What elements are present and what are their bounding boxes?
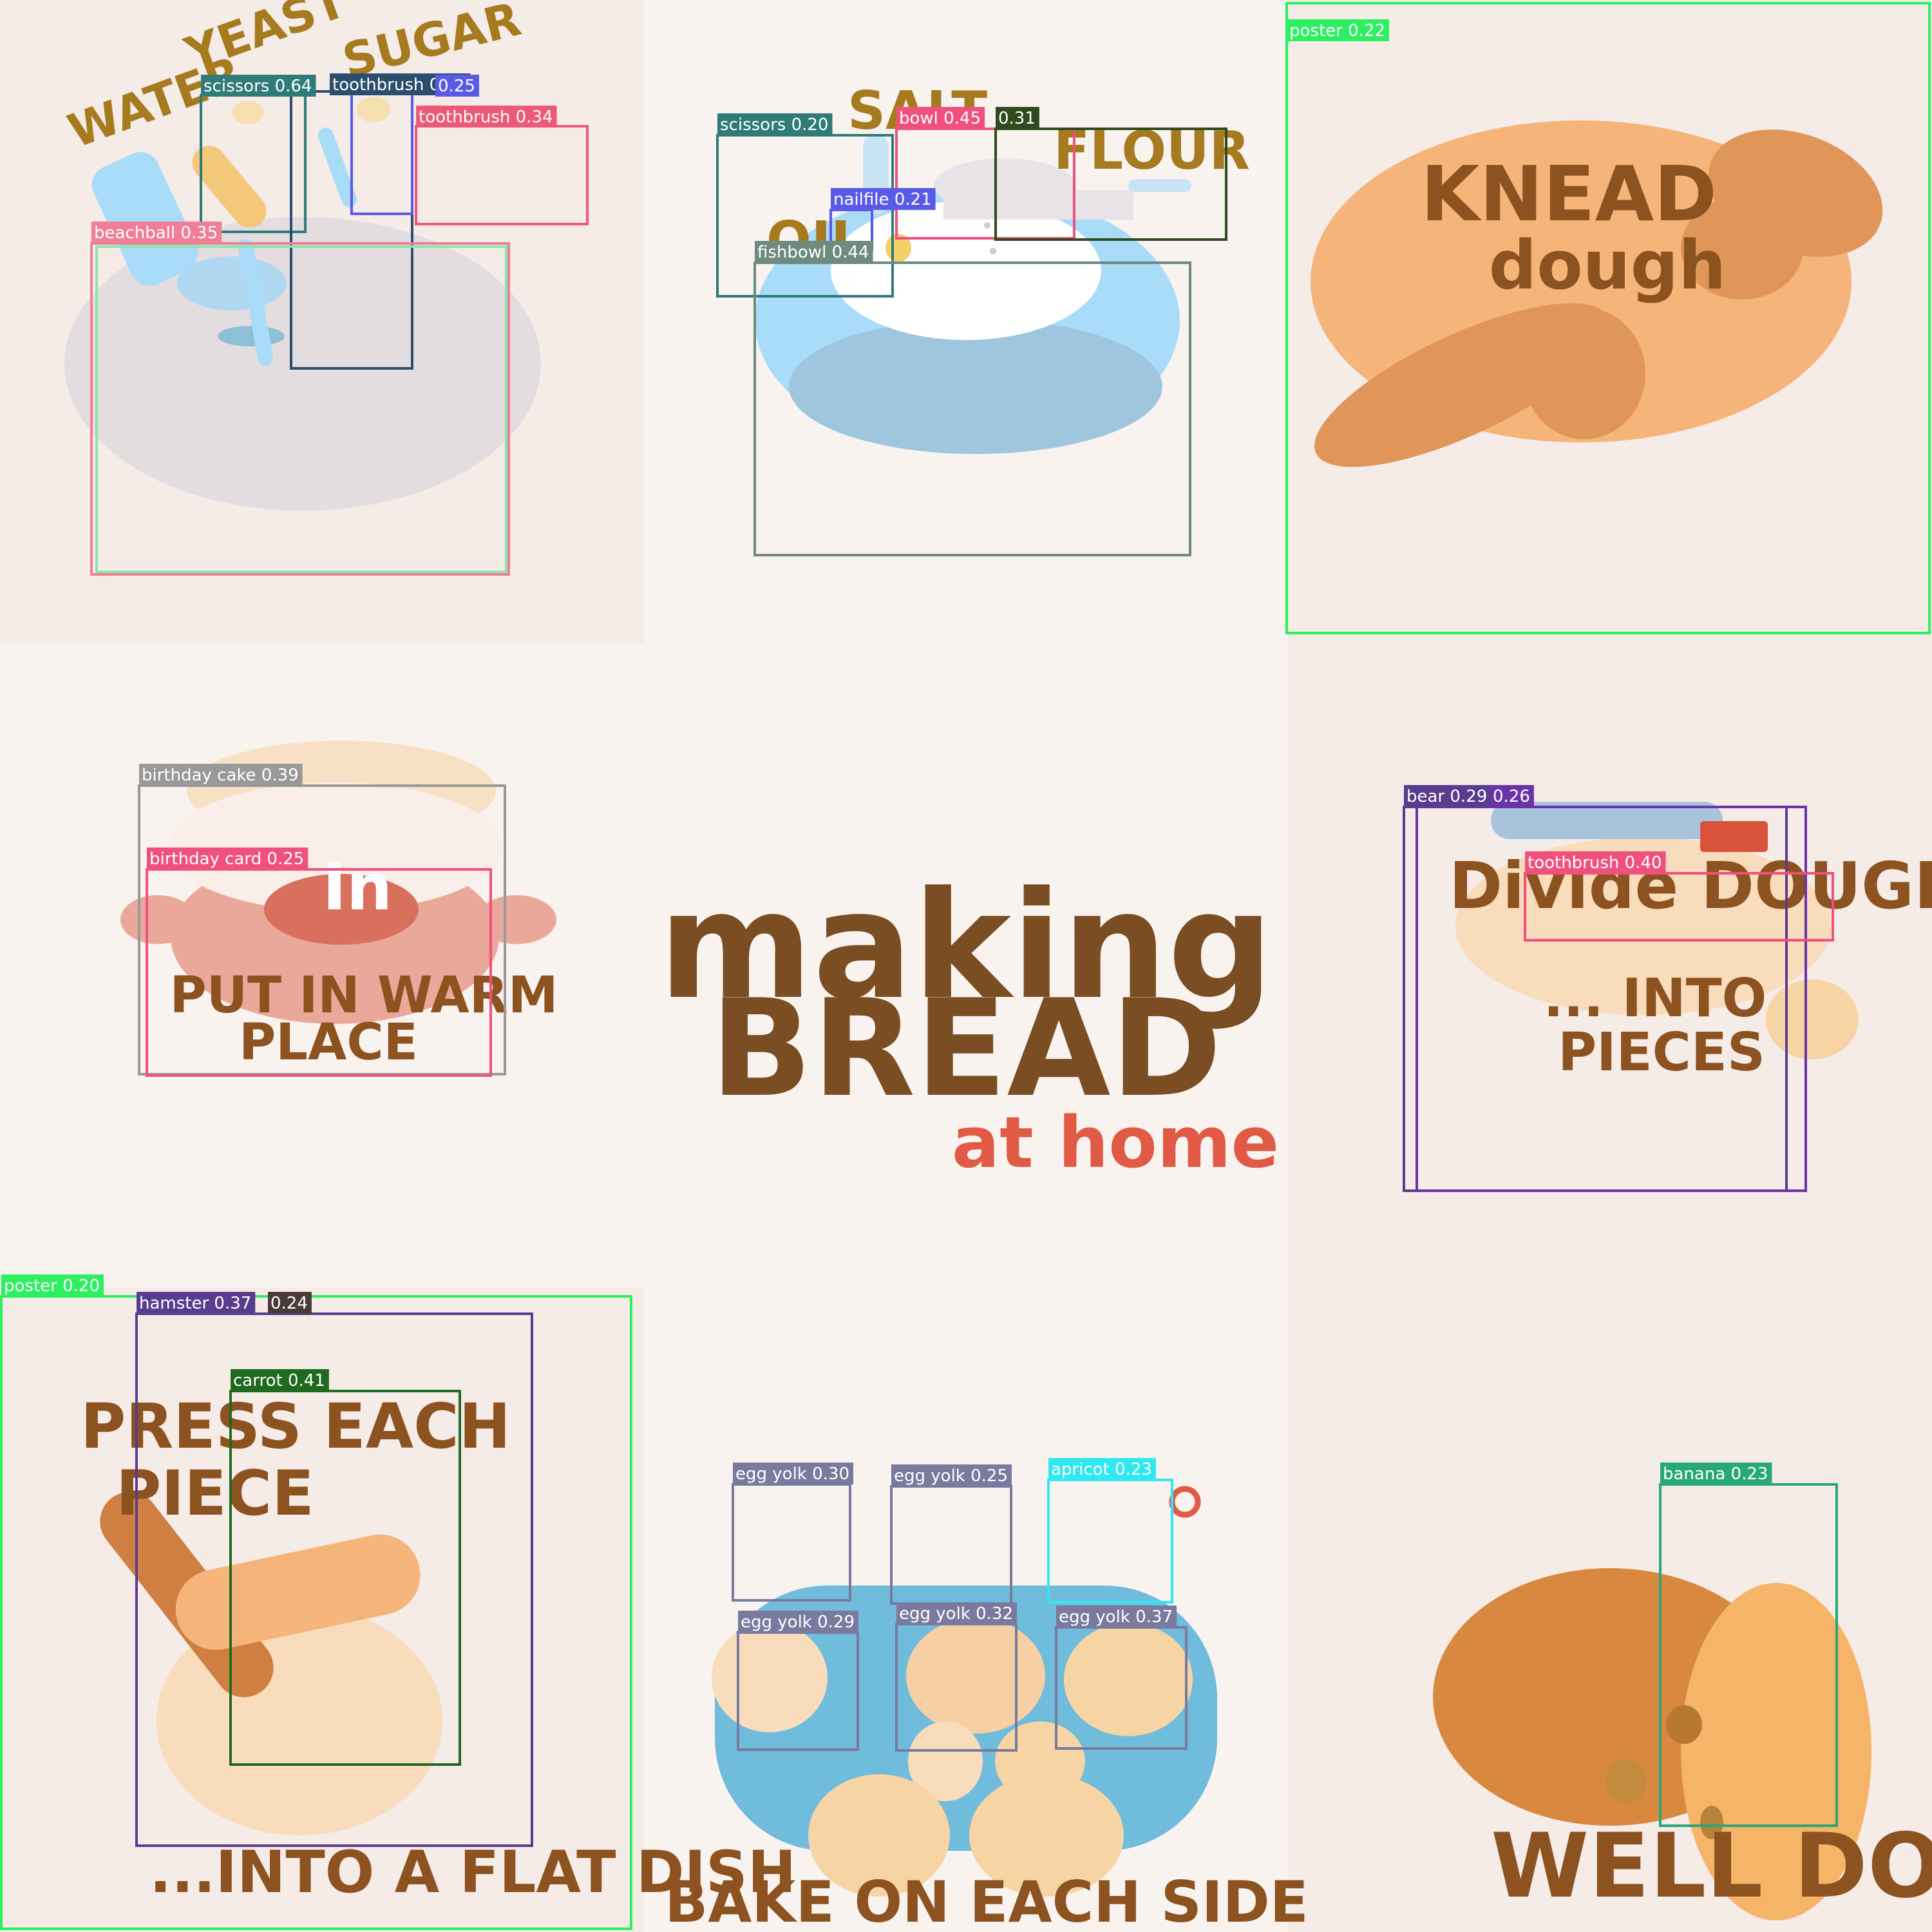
svg-text:scissors 0.20: scissors 0.20 [720, 115, 828, 135]
bread-round [906, 1618, 1045, 1734]
detection-tag: egg yolk 0.37 [1056, 1605, 1177, 1627]
water-puddle [218, 326, 285, 346]
detection-tag: toothbrush 0.34 [416, 106, 557, 128]
detection-tag: 0.31 [996, 107, 1039, 129]
detection-tag: 0.24 [268, 1292, 312, 1314]
detection-tag: egg yolk 0.25 [891, 1464, 1012, 1486]
svg-text:0.26: 0.26 [1493, 787, 1530, 806]
detection-tag: nailfile 0.21 [831, 188, 936, 210]
detection-tag: egg yolk 0.30 [733, 1463, 853, 1484]
press-line-2: PIECE [116, 1457, 314, 1530]
detection-tag: bear 0.29 [1404, 785, 1492, 807]
detection-tag: fishbowl 0.44 [755, 241, 873, 263]
svg-text:beachball 0.35: beachball 0.35 [94, 223, 218, 243]
svg-text:egg yolk 0.29: egg yolk 0.29 [741, 1613, 855, 1632]
detection-tag: beachball 0.35 [91, 222, 222, 243]
detection-tag: scissors 0.20 [717, 113, 833, 135]
detection-tag: toothbrush 0.40 [1525, 851, 1666, 873]
svg-text:apricot 0.23: apricot 0.23 [1051, 1460, 1152, 1479]
svg-text:banana 0.23: banana 0.23 [1663, 1464, 1768, 1484]
bake-line-1: BAKE ON EACH SIDE [665, 1869, 1309, 1932]
knead-title: KNEAD [1421, 149, 1717, 238]
dough-piece [1766, 980, 1859, 1059]
svg-text:egg yolk 0.37: egg yolk 0.37 [1059, 1607, 1173, 1627]
svg-text:scissors 0.64: scissors 0.64 [204, 77, 312, 96]
yeast-grain [357, 97, 390, 122]
svg-text:0.24: 0.24 [270, 1294, 308, 1313]
thumb [1523, 308, 1645, 439]
detection-tag: apricot 0.23 [1048, 1458, 1156, 1480]
svg-text:fishbowl 0.44: fishbowl 0.44 [757, 243, 869, 262]
bread-round [1064, 1623, 1193, 1736]
svg-text:poster 0.20: poster 0.20 [4, 1276, 100, 1296]
svg-text:birthday card 0.25: birthday card 0.25 [149, 849, 304, 869]
divide-line-1: Divide DOUGH [1449, 848, 1932, 923]
svg-text:hamster 0.37: hamster 0.37 [139, 1294, 251, 1313]
svg-text:egg yolk 0.25: egg yolk 0.25 [894, 1466, 1008, 1486]
detection-tag: 0.25 [435, 75, 479, 97]
bowl-mark: In [323, 849, 392, 925]
divide-line-2: ... INTO [1544, 968, 1767, 1029]
svg-text:bowl 0.45: bowl 0.45 [899, 109, 981, 128]
svg-text:birthday cake 0.39: birthday cake 0.39 [142, 766, 299, 785]
svg-text:nailfile 0.21: nailfile 0.21 [833, 190, 932, 209]
done-line-1: WELL DONE [1491, 1814, 1932, 1918]
flour-bag [943, 190, 1133, 220]
divide-line-3: PIECES [1558, 1022, 1765, 1083]
detection-tag: 0.26 [1490, 785, 1534, 807]
press-line-1: PRESS EACH [80, 1390, 511, 1463]
detection-tag: banana 0.23 [1660, 1463, 1772, 1484]
svg-text:0.25: 0.25 [438, 77, 475, 96]
collage-canvas: WATER YEAST SUGAR SALT FLOUR OIL KNEAD d… [0, 0, 1932, 1932]
detection-tag: carrot 0.41 [231, 1369, 329, 1391]
detection-tag: hamster 0.37 [137, 1292, 256, 1314]
salt-grain [984, 222, 990, 229]
water-splash [177, 256, 287, 310]
detection-tag: poster 0.22 [1287, 19, 1389, 41]
detection-tag: birthday card 0.25 [147, 848, 308, 869]
svg-text:0.31: 0.31 [998, 109, 1036, 128]
svg-text:toothbrush 0.40: toothbrush 0.40 [1528, 853, 1662, 873]
detection-tag: poster 0.20 [1, 1274, 104, 1296]
salt-grain [990, 248, 996, 254]
subtitle-at-home: at home [952, 1101, 1279, 1184]
svg-text:poster 0.22: poster 0.22 [1289, 21, 1385, 41]
knife-handle [1700, 821, 1768, 852]
crust-spot [1666, 1705, 1702, 1744]
svg-text:egg yolk 0.32: egg yolk 0.32 [899, 1604, 1013, 1624]
knead-subtitle: dough [1489, 226, 1726, 305]
warm-line-2: PLACE [239, 1014, 418, 1072]
bread-round [712, 1623, 828, 1732]
crust-spot [1605, 1759, 1647, 1803]
svg-text:toothbrush 0.34: toothbrush 0.34 [419, 108, 553, 127]
svg-text:carrot 0.41: carrot 0.41 [233, 1371, 325, 1390]
yeast-grain [232, 101, 263, 124]
detection-tag: egg yolk 0.29 [738, 1611, 858, 1633]
detection-tag: scissors 0.64 [201, 75, 316, 97]
svg-text:egg yolk 0.30: egg yolk 0.30 [735, 1464, 849, 1484]
detection-tag: bowl 0.45 [896, 107, 985, 129]
svg-text:bear 0.29: bear 0.29 [1406, 787, 1487, 806]
detection-tag: birthday cake 0.39 [139, 764, 303, 786]
detection-tag: egg yolk 0.32 [896, 1602, 1017, 1624]
